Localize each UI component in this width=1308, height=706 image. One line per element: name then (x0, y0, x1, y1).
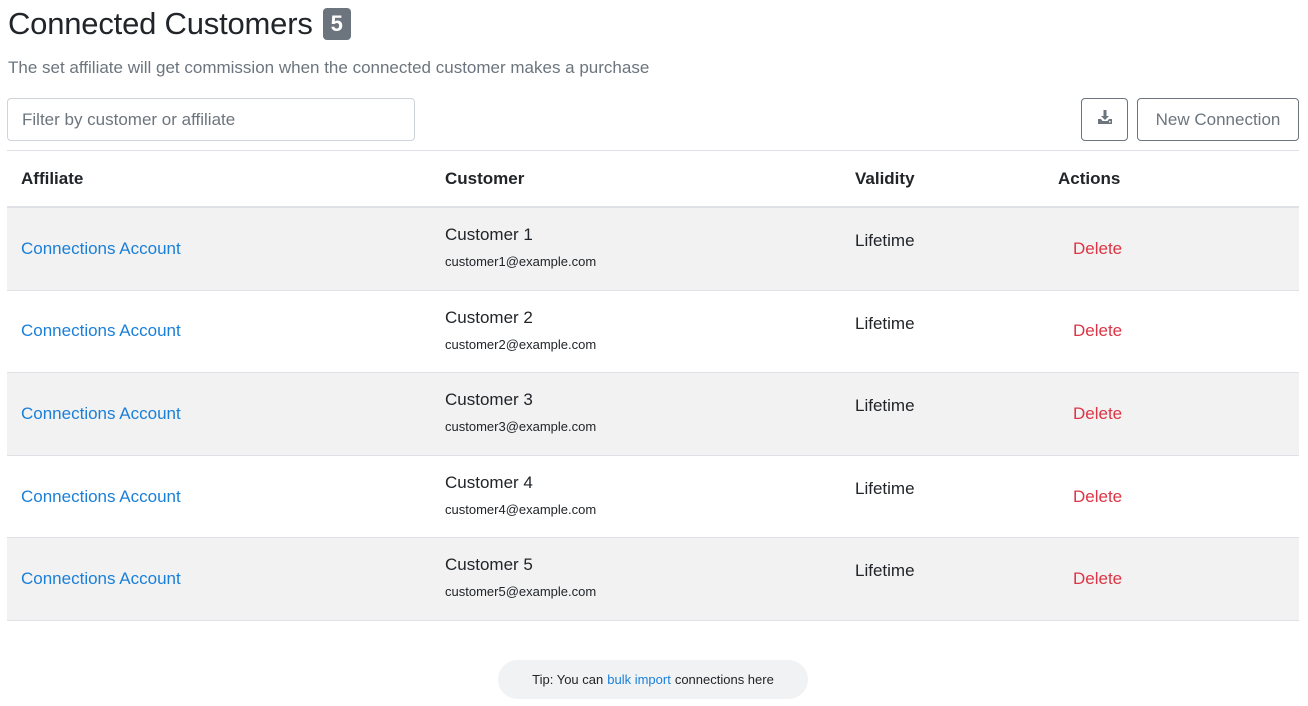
page-subtitle: The set affiliate will get commission wh… (8, 58, 650, 77)
customer-name: Customer 2 (445, 307, 533, 327)
page-title: Connected Customers (8, 6, 313, 41)
affiliate-link[interactable]: Connections Account (21, 321, 181, 341)
validity-value: Lifetime (855, 478, 915, 498)
table-row: Connections Account Customer 2 customer2… (7, 291, 1299, 374)
download-icon (1097, 109, 1113, 130)
customer-name: Customer 3 (445, 390, 533, 410)
page: Connected Customers 5 The set affiliate … (0, 0, 1308, 706)
validity-value: Lifetime (855, 313, 915, 333)
delete-link[interactable]: Delete (1073, 321, 1122, 341)
table-row: Connections Account Customer 3 customer3… (7, 373, 1299, 456)
column-header-validity: Validity (855, 168, 915, 188)
bulk-import-link[interactable]: bulk import (607, 672, 671, 687)
customer-email: customer3@example.com (445, 419, 597, 435)
customer-email: customer4@example.com (445, 501, 597, 517)
validity-value: Lifetime (855, 561, 915, 581)
download-button[interactable] (1081, 98, 1128, 141)
delete-link[interactable]: Delete (1073, 239, 1122, 259)
table-row: Connections Account Customer 4 customer4… (7, 456, 1299, 539)
customer-name: Customer 4 (445, 472, 533, 492)
customer-email: customer2@example.com (445, 336, 597, 352)
delete-link[interactable]: Delete (1073, 404, 1122, 424)
new-connection-button[interactable]: New Connection (1137, 98, 1299, 141)
column-header-customer: Customer (445, 168, 525, 188)
customer-name: Customer 5 (445, 555, 533, 575)
customer-name: Customer 1 (445, 225, 533, 244)
column-header-affiliate: Affiliate (21, 168, 84, 188)
customer-email: customer5@example.com (445, 584, 597, 600)
bulk-import-tip: Tip: You can bulk import connections her… (498, 660, 808, 699)
title-row: Connected Customers 5 (8, 6, 351, 42)
column-header-actions: Actions (1058, 168, 1121, 188)
count-badge: 5 (322, 8, 351, 40)
tip-prefix: Tip: You can (532, 672, 604, 687)
affiliate-link[interactable]: Connections Account (21, 239, 181, 259)
validity-value: Lifetime (855, 231, 915, 250)
delete-link[interactable]: Delete (1073, 487, 1122, 507)
validity-value: Lifetime (855, 396, 915, 416)
delete-link[interactable]: Delete (1073, 569, 1122, 589)
connections-table: Affiliate Customer Validity Actions Conn… (7, 150, 1299, 621)
table-row: Connections Account Customer 1 customer1… (7, 208, 1299, 291)
table-header: Affiliate Customer Validity Actions (7, 151, 1299, 208)
tip-suffix: connections here (674, 672, 774, 687)
filter-input[interactable] (7, 98, 415, 141)
affiliate-link[interactable]: Connections Account (21, 569, 181, 589)
affiliate-link[interactable]: Connections Account (21, 487, 181, 507)
table-row: Connections Account Customer 5 customer5… (7, 538, 1299, 621)
affiliate-link[interactable]: Connections Account (21, 404, 181, 424)
customer-email: customer1@example.com (445, 254, 597, 269)
